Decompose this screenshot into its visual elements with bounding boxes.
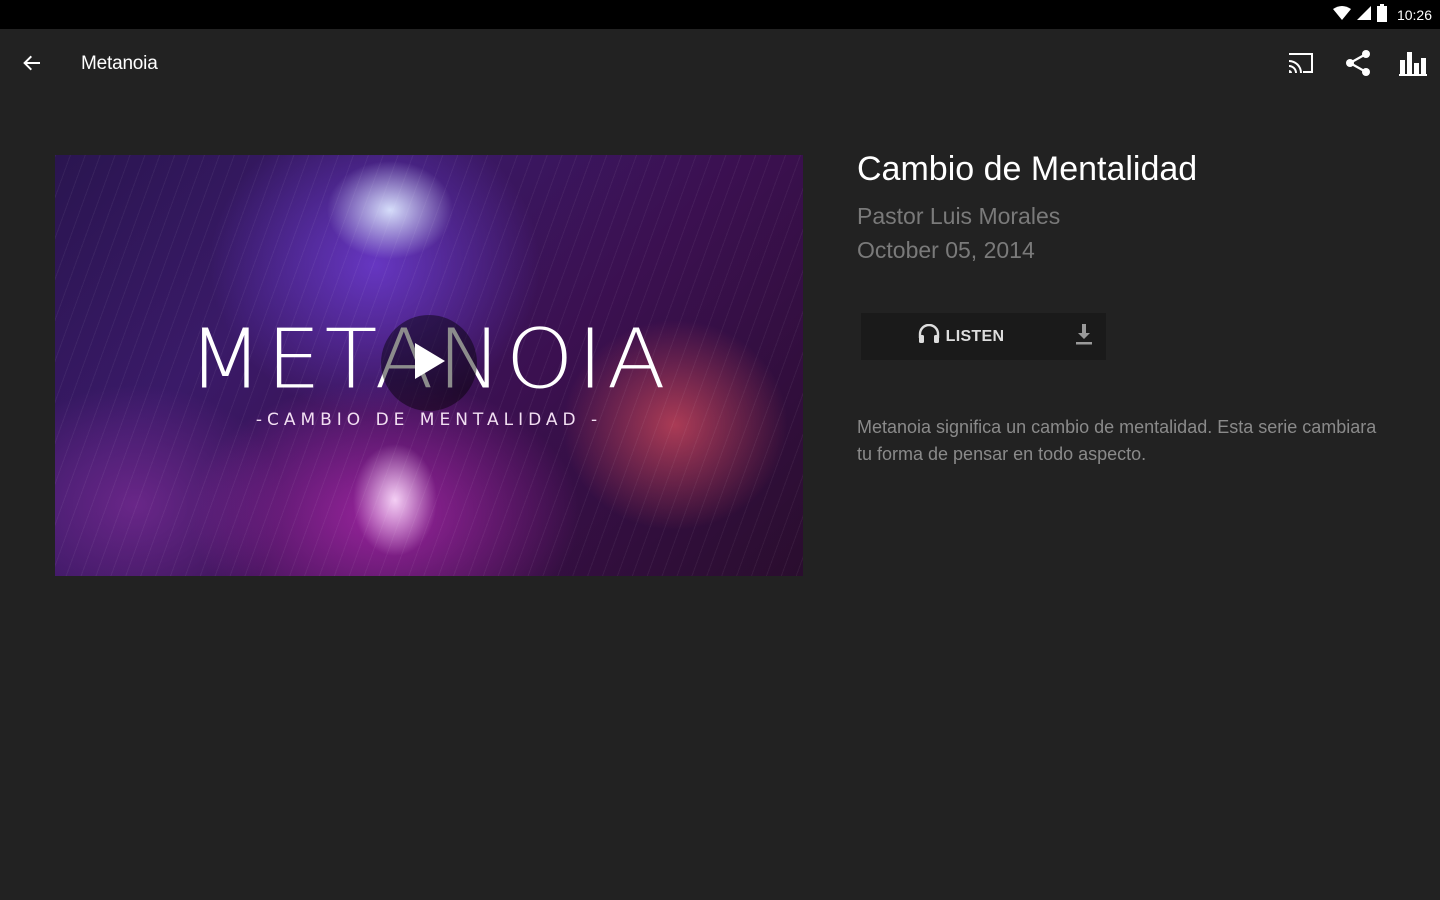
share-icon [1344, 49, 1372, 82]
wifi-icon [1332, 5, 1351, 25]
cell-signal-icon [1356, 5, 1371, 25]
status-time: 10:26 [1396, 7, 1432, 23]
artwork-subtitle: -CAMBIO DE MENTALIDAD - [255, 410, 603, 430]
sermon-title: Cambio de Mentalidad [857, 150, 1198, 188]
download-button[interactable] [1061, 313, 1106, 360]
back-button[interactable] [14, 47, 50, 83]
sermon-date: October 05, 2014 [857, 237, 1035, 263]
cast-button[interactable] [1281, 45, 1321, 85]
share-button[interactable] [1338, 45, 1378, 85]
play-button[interactable] [381, 315, 477, 411]
headphones-icon [918, 323, 940, 349]
download-icon [1074, 323, 1094, 350]
sermon-artwork[interactable]: METANOIA -CAMBIO DE MENTALIDAD - [55, 155, 803, 576]
arrow-left-icon [22, 53, 42, 78]
cast-icon [1287, 51, 1315, 80]
listen-button-group: LISTEN [861, 313, 1106, 360]
battery-icon [1376, 3, 1387, 27]
stats-button[interactable] [1393, 45, 1433, 85]
play-icon [411, 341, 447, 386]
status-bar: 10:26 [0, 0, 1440, 29]
page-title: Metanoia [81, 53, 158, 74]
listen-label: LISTEN [945, 327, 1005, 345]
status-icons: 10:26 [1332, 3, 1432, 27]
app-bar: Metanoia [0, 29, 1440, 101]
bar-chart-icon [1399, 50, 1427, 81]
sermon-speaker: Pastor Luis Morales [857, 203, 1061, 229]
sermon-description: Metanoia significa un cambio de mentalid… [857, 417, 1377, 464]
listen-button[interactable]: LISTEN [861, 313, 1061, 360]
